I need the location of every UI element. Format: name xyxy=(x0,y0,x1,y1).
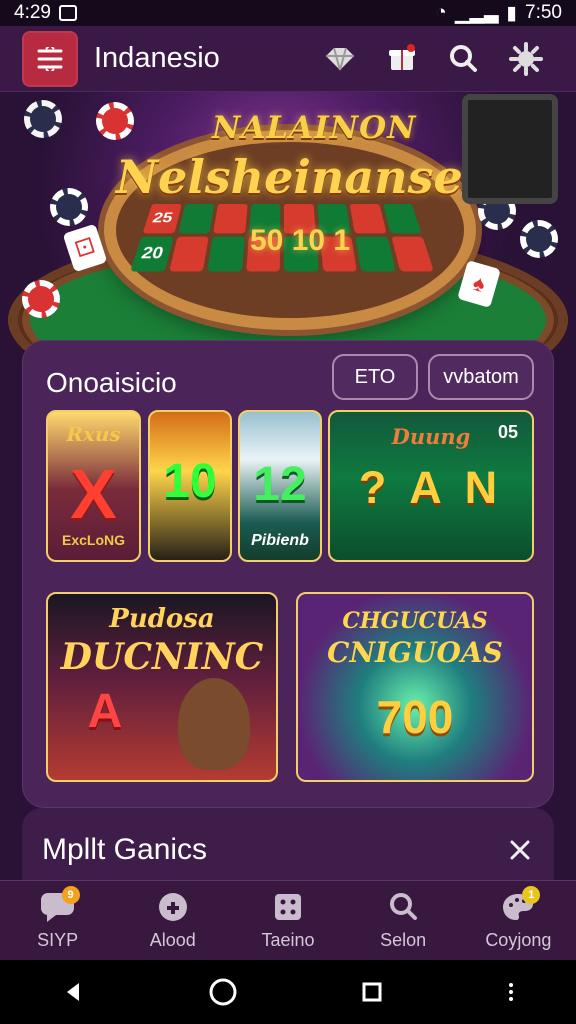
game-tile-symbol: 12 xyxy=(240,457,320,512)
poker-chip-icon xyxy=(50,188,88,226)
game-tile-label: Pudosa xyxy=(48,604,276,634)
poker-chip-icon xyxy=(22,280,60,318)
menu-button[interactable] xyxy=(22,31,78,87)
game-tile-sub: CHGUCUAS xyxy=(298,608,532,634)
game-tile-12[interactable]: 12 Pibienb xyxy=(238,410,322,562)
app-title: Indanesio xyxy=(94,42,318,75)
roulette-cell xyxy=(213,204,247,234)
nav-label: Coyjong xyxy=(485,930,551,951)
hero-banner: 25 20 NALAINON Nelsheinanse 50 10 1 ⚀ ♠ xyxy=(0,92,576,350)
back-icon[interactable] xyxy=(59,977,89,1007)
game-tile-symbol: 10 xyxy=(150,454,230,509)
signal-icon: ▁▂▃ xyxy=(455,2,499,25)
search-icon[interactable] xyxy=(442,37,486,81)
status-right-time: 7:50 xyxy=(525,2,562,24)
nav-item-selon[interactable]: Selon xyxy=(353,881,453,961)
nav-label: Alood xyxy=(150,930,196,951)
dice-icon xyxy=(269,890,307,924)
nav-item-coyjong[interactable]: 1 Coyjong xyxy=(468,881,568,961)
more-icon[interactable] xyxy=(504,977,518,1007)
close-icon xyxy=(506,836,534,864)
status-time: 4:29 xyxy=(14,2,51,24)
notification-icon xyxy=(59,5,77,21)
recent-apps-icon[interactable] xyxy=(357,977,387,1007)
poker-chip-icon xyxy=(96,102,134,140)
avatar xyxy=(178,678,250,770)
bottom-navigation: 9 SIYP Alood Taeino Selon 1 Coyjong xyxy=(0,880,576,960)
game-tile-symbol: A xyxy=(48,684,162,739)
close-button[interactable] xyxy=(506,836,534,864)
section-title: Onoaisicio xyxy=(46,367,177,399)
game-tile-sub: DUCNINC xyxy=(48,636,276,678)
roulette-cell xyxy=(178,204,214,234)
status-bar: 4:29 ◔ ▁▂▃ ▮ 7:50 xyxy=(0,0,576,26)
wifi-icon: ◔ xyxy=(435,2,446,24)
game-tile-symbol: X xyxy=(48,454,139,534)
filter-button-vvbatom[interactable]: vvbatom xyxy=(428,354,534,400)
game-tile-duung[interactable]: Duung 05 ? A N xyxy=(328,410,534,562)
roulette-cell xyxy=(350,204,386,234)
game-tile-symbol: 700 xyxy=(298,690,532,744)
notification-badge: 1 xyxy=(522,886,540,904)
game-tile-label: CNIGUOAS xyxy=(298,636,532,669)
filter-button-eto[interactable]: ETO xyxy=(332,354,418,400)
hero-title-top: NALAINON xyxy=(212,110,416,146)
poker-chip-icon xyxy=(24,100,62,138)
game-tile-symbol: ? A N xyxy=(330,462,532,514)
game-tile-x[interactable]: Rxus X ExcLoNG xyxy=(46,410,141,562)
roulette-cell xyxy=(169,237,209,272)
nav-item-taeino[interactable]: Taeino xyxy=(238,881,338,961)
game-tile-duncinc[interactable]: Pudosa DUCNINC A xyxy=(46,592,278,782)
system-navigation xyxy=(0,960,576,1024)
game-tile-sub: ExcLoNG xyxy=(48,532,139,548)
games-panel: Onoaisicio ETO vvbatom Rxus X ExcLoNG 10… xyxy=(22,340,554,808)
roulette-cell xyxy=(207,237,244,272)
nav-label: Taeino xyxy=(261,930,314,951)
game-tile-10[interactable]: 10 xyxy=(148,410,232,562)
promo-title: Mpllt Ganics xyxy=(42,833,207,867)
diamond-icon[interactable] xyxy=(318,37,362,81)
game-tile-label: Rxus xyxy=(48,422,139,446)
slot-machine-icon xyxy=(462,94,558,204)
poker-chip-icon xyxy=(520,220,558,258)
status-left: 4:29 xyxy=(14,2,77,24)
hero-title-main: Nelsheinanse xyxy=(116,150,463,204)
hero-number: 50 10 1 xyxy=(250,224,350,258)
menu-icon xyxy=(35,47,65,71)
game-tile-sub: Pibienb xyxy=(240,532,320,550)
notification-badge: 9 xyxy=(62,886,80,904)
nav-item-alood[interactable]: Alood xyxy=(123,881,223,961)
nav-label: SIYP xyxy=(37,930,78,951)
gift-icon[interactable] xyxy=(380,37,424,81)
status-right: ◔ ▁▂▃ ▮ 7:50 xyxy=(435,2,562,25)
game-tile-badge: 05 xyxy=(330,422,532,443)
nav-label: Selon xyxy=(380,930,426,951)
gear-icon[interactable] xyxy=(504,37,548,81)
nav-item-siyp[interactable]: 9 SIYP xyxy=(8,881,108,961)
game-icon xyxy=(153,890,193,924)
roulette-cell xyxy=(355,237,395,272)
app-header: Indanesio xyxy=(0,26,576,92)
search-icon xyxy=(384,890,422,924)
game-tile-700[interactable]: CHGUCUAS CNIGUOAS 700 xyxy=(296,592,534,782)
battery-icon: ▮ xyxy=(507,2,517,25)
home-icon[interactable] xyxy=(206,975,240,1009)
header-icons xyxy=(318,37,548,81)
